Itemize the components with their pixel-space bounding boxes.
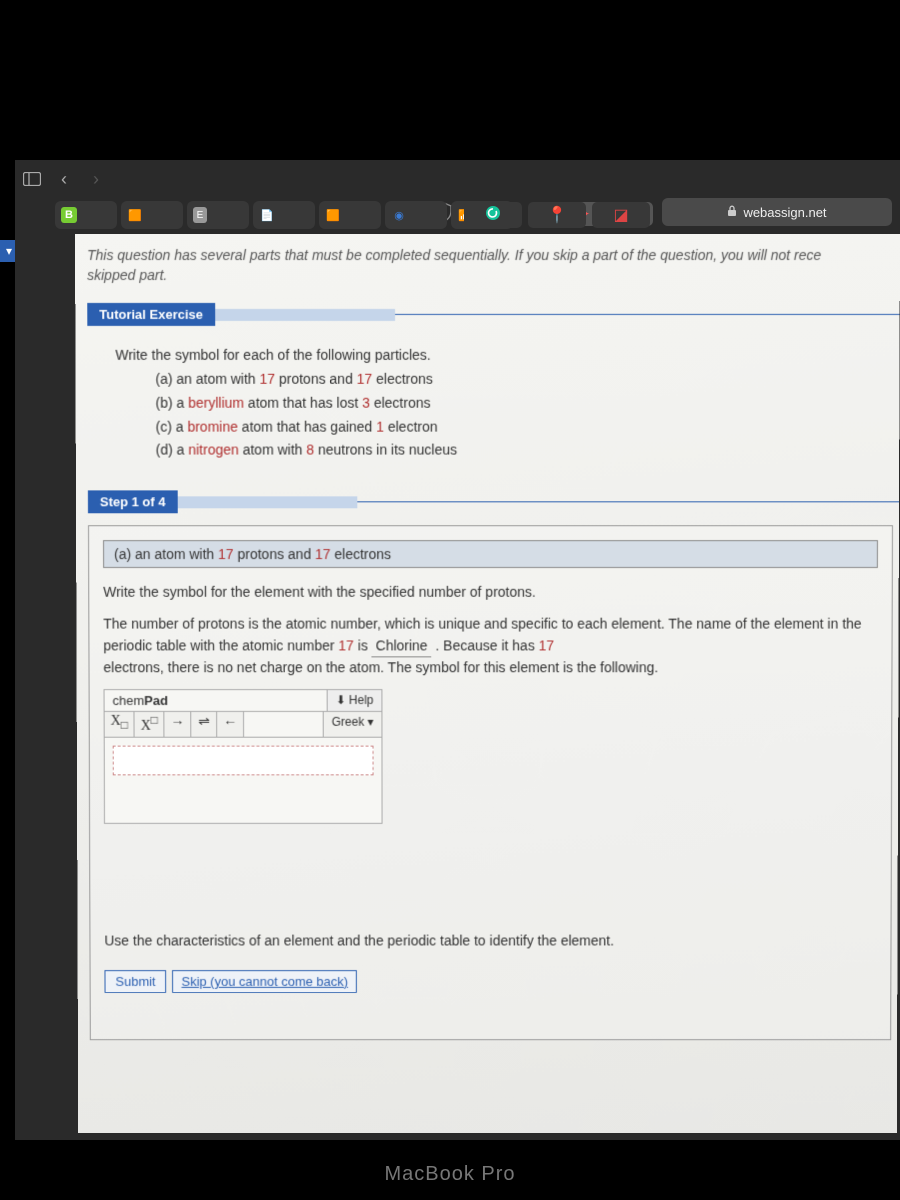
exercise-item-b: (b) a beryllium atom that has lost 3 ele…	[116, 392, 880, 416]
lock-icon	[727, 205, 737, 220]
header-rule	[395, 314, 900, 315]
forward-icon[interactable]: ›	[85, 168, 107, 190]
chempad-help-button[interactable]: ⬇ Help	[327, 690, 382, 711]
browser-tab-1[interactable]: B	[55, 201, 117, 229]
tab-favicon-1: B	[61, 207, 77, 223]
tab-favicon-6: ◉	[391, 207, 407, 223]
tab-favicon-2: 🟧	[127, 207, 143, 223]
chempad-input-wrapper	[113, 745, 374, 775]
chempad-widget: chemPad ⬇ Help X□ X□ → ⇌ ← Greek ▾	[104, 689, 383, 823]
help-icon: ⬇	[336, 694, 346, 708]
header-accent	[215, 309, 395, 321]
browser-toolbar: ‹ ›	[15, 160, 900, 198]
page-content: This question has several parts that mus…	[75, 234, 900, 1133]
url-text: webassign.net	[743, 205, 826, 220]
back-icon[interactable]: ‹	[53, 168, 75, 190]
tab-favicon-3: E	[193, 207, 207, 223]
grammarly-icon	[485, 205, 501, 226]
browser-tab-2[interactable]: 🟧	[121, 201, 183, 229]
right-tab-group: 📍 ◪	[464, 202, 650, 228]
answer-element-name[interactable]: Chlorine	[372, 635, 432, 658]
question-intro: This question has several parts that mus…	[87, 246, 900, 285]
exercise-item-c: (c) a bromine atom that has gained 1 ele…	[116, 415, 880, 439]
chempad-arrow-right-button[interactable]: →	[165, 712, 192, 736]
browser-tab-r3[interactable]: ◪	[592, 202, 650, 228]
chempad-arrow-equil-button[interactable]: ⇌	[192, 712, 218, 736]
url-bar[interactable]: webassign.net	[662, 198, 892, 226]
note-icon: ◪	[613, 205, 628, 225]
step-header-accent	[177, 496, 357, 508]
skip-button[interactable]: Skip (you cannot come back)	[173, 970, 357, 993]
submit-button[interactable]: Submit	[104, 970, 166, 993]
tab-favicon-5: 🟧	[325, 207, 341, 223]
chempad-subscript-button[interactable]: X□	[105, 712, 135, 736]
chempad-input[interactable]	[118, 750, 369, 770]
tab-favicon-4: 📄	[259, 207, 275, 223]
device-frame: ▾ ‹ › webassign.net B 🟧 E 📄 🟧 ◉ 📶	[0, 0, 900, 1200]
step-sub-question: (a) an atom with 17 protons and 17 elect…	[103, 540, 878, 568]
device-label: MacBook Pro	[0, 1163, 900, 1186]
chempad-greek-button[interactable]: Greek ▾	[323, 712, 382, 736]
chempad-header: chemPad ⬇ Help	[105, 690, 382, 712]
step-instruction-2: The number of protons is the atomic numb…	[103, 614, 877, 680]
tutorial-header: Tutorial Exercise	[87, 303, 215, 326]
exercise-body: Write the symbol for each of the followi…	[87, 338, 899, 483]
browser-tab-4[interactable]: 📄	[253, 201, 315, 229]
chempad-toolbar: X□ X□ → ⇌ ← Greek ▾	[105, 712, 382, 737]
browser-tab-6[interactable]: ◉	[385, 201, 447, 229]
browser-tab-r1[interactable]	[464, 202, 522, 228]
step-hint: Use the characteristics of an element an…	[104, 932, 876, 948]
step-header-rule	[357, 502, 899, 503]
step-header-row: Step 1 of 4	[88, 491, 899, 514]
pin-icon: 📍	[547, 205, 567, 225]
sidebar-toggle-icon[interactable]	[21, 168, 43, 190]
step-box: (a) an atom with 17 protons and 17 elect…	[88, 525, 893, 1040]
exercise-item-d: (d) a nitrogen atom with 8 neutrons in i…	[116, 439, 880, 463]
exercise-item-a: (a) an atom with 17 protons and 17 elect…	[115, 368, 879, 392]
action-row: Submit Skip (you cannot come back)	[104, 970, 876, 993]
exercise-prompt: Write the symbol for each of the followi…	[115, 344, 879, 368]
tab-row: B 🟧 E 📄 🟧 ◉ 📶	[55, 198, 513, 232]
tutorial-header-row: Tutorial Exercise	[87, 303, 900, 326]
chempad-title: chemPad	[105, 690, 176, 711]
step-header: Step 1 of 4	[88, 491, 178, 514]
step-instruction-1: Write the symbol for the element with th…	[103, 582, 878, 604]
browser-tab-r2[interactable]: 📍	[528, 202, 586, 228]
chempad-superscript-button[interactable]: X□	[135, 712, 165, 736]
browser-tab-5[interactable]: 🟧	[319, 201, 381, 229]
chempad-arrow-left-button[interactable]: ←	[217, 712, 244, 736]
screen: ‹ › webassign.net B 🟧 E 📄 🟧 ◉ 📶 ✦ Lesson…	[15, 160, 900, 1140]
browser-tab-3[interactable]: E	[187, 201, 249, 229]
